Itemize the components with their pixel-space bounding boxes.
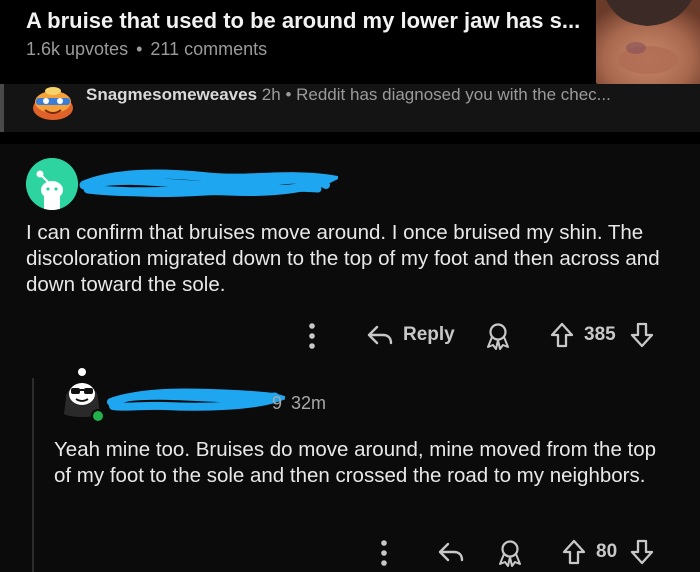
reply-label: Reply <box>403 324 455 345</box>
reply-thread-line[interactable] <box>32 378 34 572</box>
parent-username[interactable]: Snagmesomeweaves <box>86 85 257 104</box>
parent-avatar-icon[interactable] <box>30 82 76 124</box>
upvote-button[interactable] <box>560 537 588 567</box>
redacted-username-scribble <box>107 388 285 411</box>
reply-arrow-icon <box>438 542 464 562</box>
more-options-icon[interactable] <box>306 321 318 351</box>
upvote-arrow-icon <box>562 539 586 565</box>
reply-age: 32m <box>291 393 327 413</box>
downvote-button[interactable] <box>628 320 656 350</box>
award-icon[interactable] <box>484 321 512 351</box>
upvote-button[interactable] <box>548 320 576 350</box>
redacted-username-scribble <box>79 169 338 197</box>
comment-score: 385 <box>584 324 616 345</box>
reply-button[interactable] <box>436 537 466 567</box>
reply-meta: 9 32m <box>272 393 326 414</box>
meta-separator: • <box>136 39 143 59</box>
reply-username-fragment[interactable]: 9 <box>272 393 282 413</box>
downvote-button[interactable] <box>628 537 656 567</box>
post-meta: 1.6k upvotes • 211 comments <box>26 39 267 60</box>
upvote-arrow-icon <box>550 322 574 348</box>
parent-comment-line[interactable]: Snagmesomeweaves 2h • Reddit has diagnos… <box>86 85 611 105</box>
award-icon[interactable] <box>496 538 524 568</box>
section-divider <box>0 132 700 144</box>
thread-accent-line <box>0 84 4 132</box>
upvote-count: 1.6k upvotes <box>26 39 129 59</box>
more-options-icon[interactable] <box>378 538 390 568</box>
reply-score: 80 <box>596 541 618 562</box>
parent-separator: • <box>285 85 292 104</box>
post-header[interactable]: A bruise that used to be around my lower… <box>0 0 700 84</box>
downvote-arrow-icon <box>630 539 654 565</box>
comment-count: 211 comments <box>150 39 268 59</box>
snoo-avatar-icon[interactable] <box>26 158 78 210</box>
reply-body: Yeah mine too. Bruises do move around, m… <box>54 438 657 487</box>
parent-comment-age: 2h <box>261 85 281 104</box>
post-title[interactable]: A bruise that used to be around my lower… <box>26 8 580 34</box>
comment-body: I can confirm that bruises move around. … <box>26 221 660 296</box>
post-thumbnail-image[interactable] <box>596 0 700 84</box>
downvote-arrow-icon <box>630 322 654 348</box>
online-status-icon <box>91 409 105 423</box>
reply-avatar-icon[interactable] <box>56 368 108 424</box>
reply-arrow-icon <box>367 325 393 345</box>
reply-button[interactable]: Reply <box>365 320 455 350</box>
parent-comment-snippet: Reddit has diagnosed you with the chec..… <box>296 85 611 104</box>
